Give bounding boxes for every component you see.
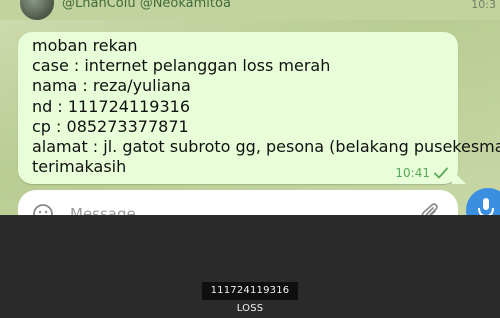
message-line: nd : 111724119316	[32, 96, 191, 116]
message-line: cp : 085273377871	[32, 116, 189, 136]
message-line: case : internet pelanggan loss merah	[32, 56, 331, 76]
message-line: alamat : jl. gatot subroto gg, pesona (b…	[32, 137, 500, 157]
message-bubble[interactable]: moban rekan case : internet pelanggan lo…	[18, 32, 500, 184]
avatar[interactable]	[20, 0, 54, 20]
message-line: nama : reza/yuliana	[32, 76, 191, 96]
chat-area: @LhanColu @Neokamitoa 10:3 moban rekan c…	[0, 0, 500, 215]
message-line: moban rekan	[32, 36, 138, 55]
header-partial-text: @LhanColu @Neokamitoa	[62, 0, 231, 11]
message-meta: 10:41	[395, 166, 448, 180]
microphone-icon	[478, 198, 494, 215]
chat-header-partial: @LhanColu @Neokamitoa 10:3	[0, 0, 500, 20]
message-input-bar[interactable]: Message	[18, 190, 458, 215]
message-text: moban rekan case : internet pelanggan lo…	[32, 36, 500, 177]
caption-label: 111724119316 LOSS	[202, 282, 298, 314]
message-time: 10:41	[395, 166, 430, 180]
mic-button[interactable]	[466, 188, 500, 215]
emoji-icon[interactable]	[32, 203, 54, 215]
message-input[interactable]: Message	[70, 205, 136, 215]
header-time: 10:3	[471, 0, 496, 11]
paperclip-icon[interactable]	[420, 202, 440, 215]
single-check-icon	[434, 167, 448, 179]
